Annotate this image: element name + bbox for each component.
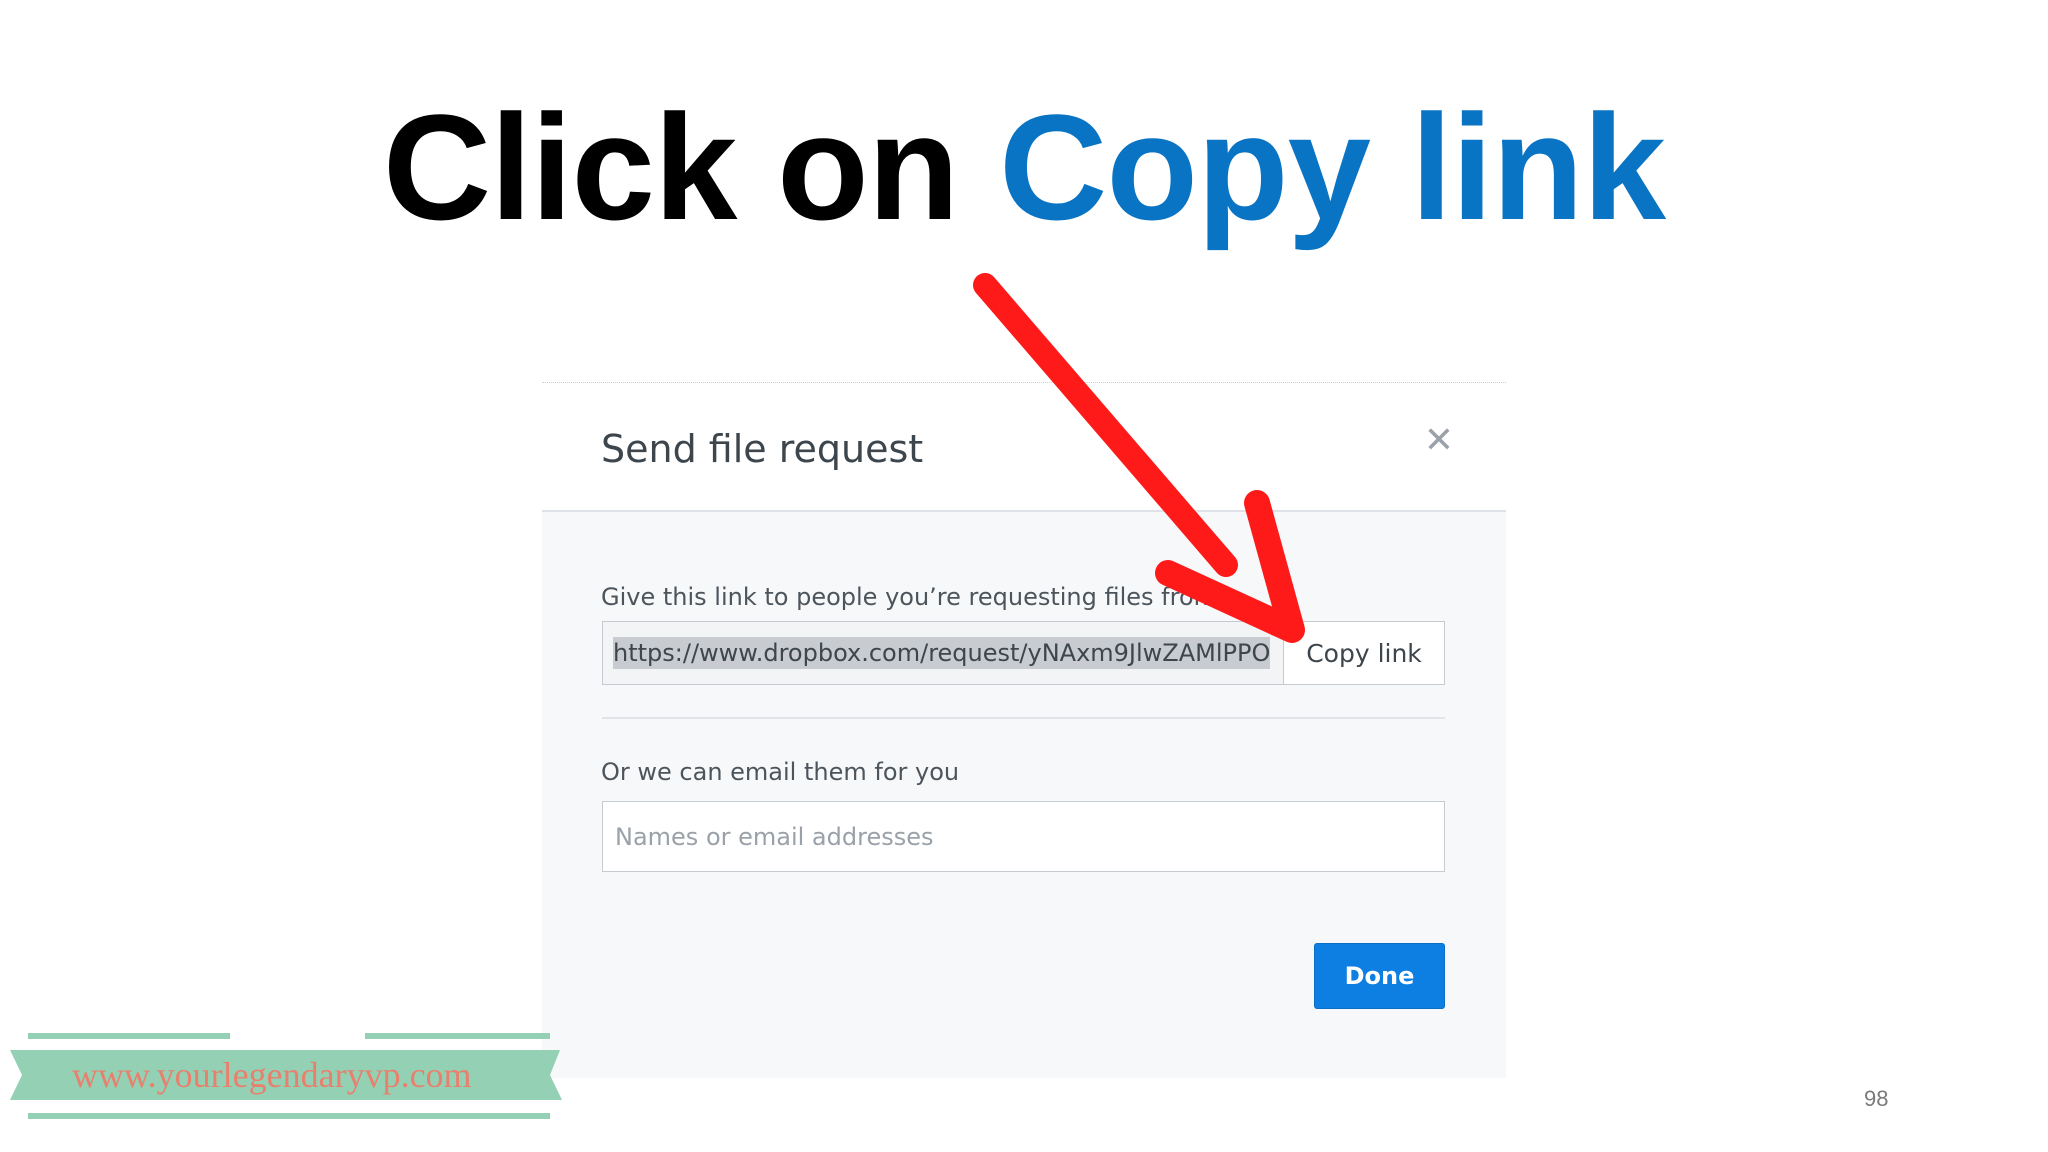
request-link-value: https://www.dropbox.com/request/yNAxm9Jl…: [613, 637, 1271, 669]
close-icon[interactable]: ✕: [1419, 421, 1459, 461]
request-link-field[interactable]: https://www.dropbox.com/request/yNAxm9Jl…: [603, 622, 1284, 684]
link-label: Give this link to people you’re requesti…: [601, 583, 1218, 611]
done-button[interactable]: Done: [1314, 943, 1445, 1009]
email-input[interactable]: [602, 801, 1445, 872]
slide-title: Click on Copy link: [0, 92, 2048, 242]
title-prefix: Click on: [382, 83, 959, 251]
website-url: www.yourlegendaryvp.com: [72, 1055, 472, 1095]
send-file-request-dialog: Send file request ✕ Give this link to pe…: [542, 382, 1506, 1078]
page-number: 98: [1864, 1086, 1889, 1111]
dialog-title: Send file request: [601, 427, 924, 471]
email-label: Or we can email them for you: [601, 758, 960, 786]
title-highlight: Copy link: [999, 83, 1666, 251]
link-row: https://www.dropbox.com/request/yNAxm9Jl…: [602, 621, 1445, 685]
divider: [602, 717, 1445, 719]
copy-link-button[interactable]: Copy link: [1284, 622, 1444, 684]
dialog-header: Send file request ✕: [542, 383, 1506, 512]
